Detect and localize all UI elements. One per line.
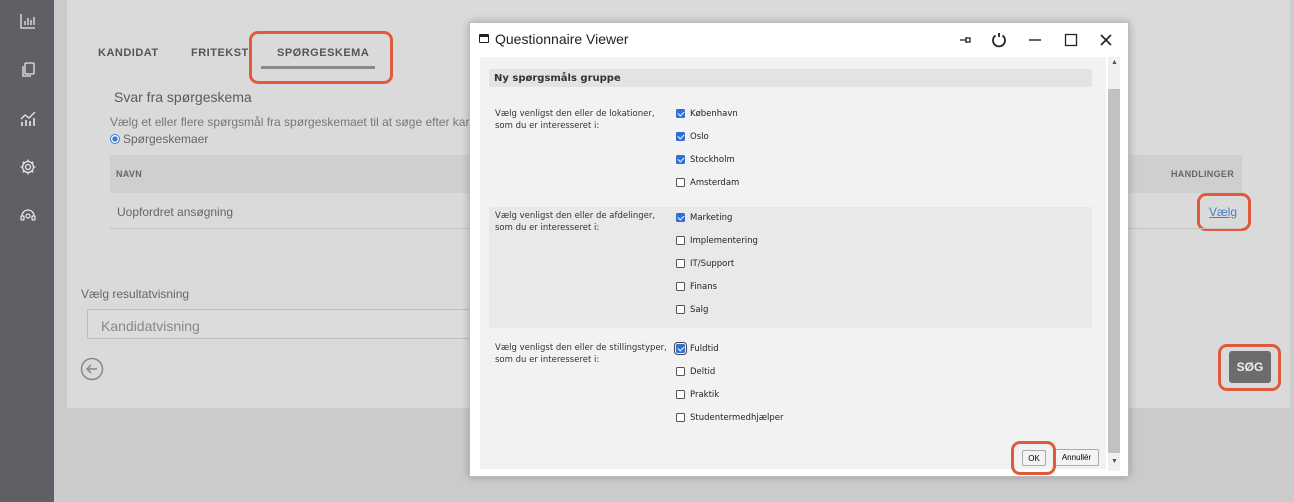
scroll-up-arrow-icon[interactable]: ▲ <box>1111 59 1118 66</box>
highlight-ok-button <box>1011 441 1056 475</box>
tab-kandidat[interactable]: KANDIDAT <box>98 47 159 59</box>
bar-chart-icon[interactable] <box>17 10 39 32</box>
radio-spoergeskemaer[interactable]: Spørgeskemaer <box>110 132 208 146</box>
questionnaire-dialog: Questionnaire Viewer Ny spørgsmåls grupp… <box>469 22 1129 477</box>
copy-icon[interactable] <box>17 59 39 81</box>
highlight-select-link <box>1197 193 1251 231</box>
result-view-value: Kandidatvisning <box>101 318 200 334</box>
checkbox-unchecked[interactable] <box>676 178 685 187</box>
highlight-search-button <box>1218 344 1281 391</box>
tab-fritekst[interactable]: FRITEKST <box>191 47 249 59</box>
checkbox-checked[interactable] <box>676 109 685 118</box>
checkbox-unchecked[interactable] <box>676 367 685 376</box>
highlight-tab <box>249 31 393 84</box>
back-arrow-icon[interactable] <box>80 357 104 381</box>
analytics-icon[interactable] <box>17 107 39 129</box>
radio-label: Spørgeskemaer <box>123 132 209 146</box>
section-title: Svar fra spørgeskema <box>114 89 252 105</box>
maximize-icon[interactable] <box>1060 29 1082 51</box>
result-view-select[interactable]: Kandidatvisning <box>87 309 487 339</box>
checkbox-unchecked[interactable] <box>676 259 685 268</box>
support-icon[interactable] <box>17 204 39 226</box>
gear-icon[interactable] <box>17 156 39 178</box>
question-group-title: Ny spørgsmåls gruppe <box>494 73 621 84</box>
checkbox-unchecked[interactable] <box>676 236 685 245</box>
question-block: Vælg venligst den eller de afdelinger, s… <box>489 207 1092 328</box>
window-icon <box>479 34 489 43</box>
checkbox-checked[interactable] <box>676 155 685 164</box>
section-description: Vælg et eller flere spørgsmål fra spørge… <box>110 115 470 129</box>
dialog-title: Questionnaire Viewer <box>495 31 629 47</box>
close-icon[interactable] <box>1095 29 1117 51</box>
checkbox-unchecked[interactable] <box>676 413 685 422</box>
checkbox-unchecked[interactable] <box>676 305 685 314</box>
checkbox-unchecked[interactable] <box>676 390 685 399</box>
question-text: Vælg venligst den eller de afdelinger, s… <box>495 211 656 233</box>
question-block: Vælg venligst den eller de stillingstype… <box>495 342 784 423</box>
radio-selected-icon[interactable] <box>110 134 120 144</box>
column-header-actions: HANDLINGER <box>1171 169 1234 179</box>
checkbox-unchecked[interactable] <box>676 282 685 291</box>
checkbox-checked[interactable] <box>676 132 685 141</box>
minimize-icon[interactable] <box>1024 29 1046 51</box>
question-group-header: Ny spørgsmåls gruppe <box>489 69 1092 87</box>
dialog-titlebar: Questionnaire Viewer <box>470 23 1128 56</box>
column-header-name: NAVN <box>116 169 143 179</box>
cancel-button[interactable]: Annullér <box>1054 449 1099 466</box>
sidebar <box>0 0 54 502</box>
scroll-down-arrow-icon[interactable]: ▼ <box>1111 458 1118 465</box>
checkbox-checked[interactable] <box>674 342 687 355</box>
table-cell-name: Uopfordret ansøgning <box>117 205 234 219</box>
result-view-label: Vælg resultatvisning <box>81 287 190 301</box>
refresh-icon[interactable] <box>988 29 1010 51</box>
checkbox-checked[interactable] <box>676 213 685 222</box>
question-text: Vælg venligst den eller de stillingstype… <box>495 343 667 365</box>
question-text: Vælg venligst den eller de lokationer, s… <box>495 109 655 131</box>
scrollbar-thumb[interactable] <box>1108 89 1120 453</box>
pin-icon[interactable] <box>955 29 977 51</box>
question-block: Vælg venligst den eller de lokationer, s… <box>495 109 740 188</box>
